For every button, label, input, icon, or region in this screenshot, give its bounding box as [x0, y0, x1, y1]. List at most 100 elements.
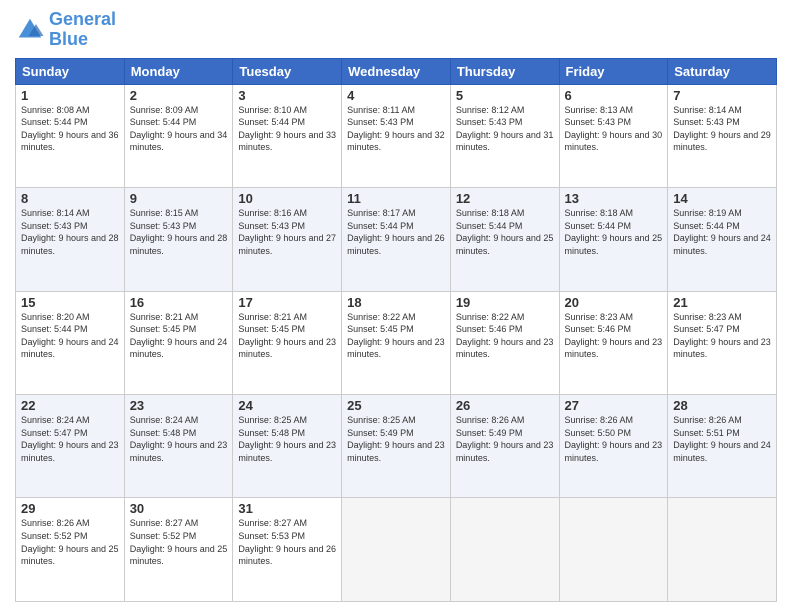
day-info: Sunrise: 8:14 AMSunset: 5:43 PMDaylight:…: [673, 104, 771, 154]
calendar-cell: 21Sunrise: 8:23 AMSunset: 5:47 PMDayligh…: [668, 291, 777, 394]
calendar-cell: [450, 498, 559, 602]
day-info: Sunrise: 8:19 AMSunset: 5:44 PMDaylight:…: [673, 207, 771, 257]
calendar-cell: 28Sunrise: 8:26 AMSunset: 5:51 PMDayligh…: [668, 395, 777, 498]
day-info: Sunrise: 8:25 AMSunset: 5:48 PMDaylight:…: [238, 414, 336, 464]
day-info: Sunrise: 8:22 AMSunset: 5:45 PMDaylight:…: [347, 311, 445, 361]
day-info: Sunrise: 8:15 AMSunset: 5:43 PMDaylight:…: [130, 207, 228, 257]
day-info: Sunrise: 8:17 AMSunset: 5:44 PMDaylight:…: [347, 207, 445, 257]
day-info: Sunrise: 8:11 AMSunset: 5:43 PMDaylight:…: [347, 104, 445, 154]
day-number: 14: [673, 191, 771, 206]
day-number: 7: [673, 88, 771, 103]
day-number: 21: [673, 295, 771, 310]
calendar-cell: 13Sunrise: 8:18 AMSunset: 5:44 PMDayligh…: [559, 188, 668, 291]
day-info: Sunrise: 8:12 AMSunset: 5:43 PMDaylight:…: [456, 104, 554, 154]
day-number: 15: [21, 295, 119, 310]
calendar-cell: 31Sunrise: 8:27 AMSunset: 5:53 PMDayligh…: [233, 498, 342, 602]
calendar-cell: 10Sunrise: 8:16 AMSunset: 5:43 PMDayligh…: [233, 188, 342, 291]
day-number: 1: [21, 88, 119, 103]
day-number: 17: [238, 295, 336, 310]
calendar-cell: 25Sunrise: 8:25 AMSunset: 5:49 PMDayligh…: [342, 395, 451, 498]
day-number: 22: [21, 398, 119, 413]
day-info: Sunrise: 8:26 AMSunset: 5:52 PMDaylight:…: [21, 517, 119, 567]
day-info: Sunrise: 8:24 AMSunset: 5:48 PMDaylight:…: [130, 414, 228, 464]
calendar-cell: 20Sunrise: 8:23 AMSunset: 5:46 PMDayligh…: [559, 291, 668, 394]
calendar-cell: 7Sunrise: 8:14 AMSunset: 5:43 PMDaylight…: [668, 84, 777, 187]
day-number: 6: [565, 88, 663, 103]
day-header-thursday: Thursday: [450, 58, 559, 84]
day-number: 30: [130, 501, 228, 516]
day-header-wednesday: Wednesday: [342, 58, 451, 84]
day-info: Sunrise: 8:16 AMSunset: 5:43 PMDaylight:…: [238, 207, 336, 257]
page: General Blue SundayMondayTuesdayWednesda…: [0, 0, 792, 612]
calendar-cell: 1Sunrise: 8:08 AMSunset: 5:44 PMDaylight…: [16, 84, 125, 187]
day-number: 10: [238, 191, 336, 206]
day-number: 2: [130, 88, 228, 103]
day-info: Sunrise: 8:10 AMSunset: 5:44 PMDaylight:…: [238, 104, 336, 154]
day-info: Sunrise: 8:21 AMSunset: 5:45 PMDaylight:…: [130, 311, 228, 361]
day-header-monday: Monday: [124, 58, 233, 84]
day-number: 27: [565, 398, 663, 413]
calendar-cell: 15Sunrise: 8:20 AMSunset: 5:44 PMDayligh…: [16, 291, 125, 394]
day-header-saturday: Saturday: [668, 58, 777, 84]
day-number: 20: [565, 295, 663, 310]
day-number: 25: [347, 398, 445, 413]
day-info: Sunrise: 8:23 AMSunset: 5:46 PMDaylight:…: [565, 311, 663, 361]
calendar-cell: 9Sunrise: 8:15 AMSunset: 5:43 PMDaylight…: [124, 188, 233, 291]
day-info: Sunrise: 8:18 AMSunset: 5:44 PMDaylight:…: [565, 207, 663, 257]
day-number: 29: [21, 501, 119, 516]
day-number: 13: [565, 191, 663, 206]
calendar-cell: 2Sunrise: 8:09 AMSunset: 5:44 PMDaylight…: [124, 84, 233, 187]
day-number: 12: [456, 191, 554, 206]
calendar-cell: 17Sunrise: 8:21 AMSunset: 5:45 PMDayligh…: [233, 291, 342, 394]
day-number: 28: [673, 398, 771, 413]
day-number: 16: [130, 295, 228, 310]
day-number: 8: [21, 191, 119, 206]
calendar-cell: 6Sunrise: 8:13 AMSunset: 5:43 PMDaylight…: [559, 84, 668, 187]
day-number: 31: [238, 501, 336, 516]
day-number: 5: [456, 88, 554, 103]
day-info: Sunrise: 8:09 AMSunset: 5:44 PMDaylight:…: [130, 104, 228, 154]
day-info: Sunrise: 8:23 AMSunset: 5:47 PMDaylight:…: [673, 311, 771, 361]
calendar-cell: [668, 498, 777, 602]
day-info: Sunrise: 8:25 AMSunset: 5:49 PMDaylight:…: [347, 414, 445, 464]
calendar-cell: 19Sunrise: 8:22 AMSunset: 5:46 PMDayligh…: [450, 291, 559, 394]
day-number: 18: [347, 295, 445, 310]
calendar-cell: 27Sunrise: 8:26 AMSunset: 5:50 PMDayligh…: [559, 395, 668, 498]
calendar-table: SundayMondayTuesdayWednesdayThursdayFrid…: [15, 58, 777, 602]
calendar-cell: [559, 498, 668, 602]
calendar-cell: 26Sunrise: 8:26 AMSunset: 5:49 PMDayligh…: [450, 395, 559, 498]
day-number: 3: [238, 88, 336, 103]
header: General Blue: [15, 10, 777, 50]
calendar-cell: 16Sunrise: 8:21 AMSunset: 5:45 PMDayligh…: [124, 291, 233, 394]
logo-icon: [15, 15, 45, 45]
day-info: Sunrise: 8:26 AMSunset: 5:49 PMDaylight:…: [456, 414, 554, 464]
calendar-cell: [342, 498, 451, 602]
day-info: Sunrise: 8:22 AMSunset: 5:46 PMDaylight:…: [456, 311, 554, 361]
calendar-cell: 23Sunrise: 8:24 AMSunset: 5:48 PMDayligh…: [124, 395, 233, 498]
day-header-tuesday: Tuesday: [233, 58, 342, 84]
calendar-cell: 18Sunrise: 8:22 AMSunset: 5:45 PMDayligh…: [342, 291, 451, 394]
day-info: Sunrise: 8:20 AMSunset: 5:44 PMDaylight:…: [21, 311, 119, 361]
calendar-cell: 30Sunrise: 8:27 AMSunset: 5:52 PMDayligh…: [124, 498, 233, 602]
logo: General Blue: [15, 10, 116, 50]
day-header-friday: Friday: [559, 58, 668, 84]
calendar-cell: 11Sunrise: 8:17 AMSunset: 5:44 PMDayligh…: [342, 188, 451, 291]
day-info: Sunrise: 8:24 AMSunset: 5:47 PMDaylight:…: [21, 414, 119, 464]
calendar-cell: 8Sunrise: 8:14 AMSunset: 5:43 PMDaylight…: [16, 188, 125, 291]
day-number: 11: [347, 191, 445, 206]
calendar-cell: 14Sunrise: 8:19 AMSunset: 5:44 PMDayligh…: [668, 188, 777, 291]
day-number: 26: [456, 398, 554, 413]
day-info: Sunrise: 8:08 AMSunset: 5:44 PMDaylight:…: [21, 104, 119, 154]
calendar-cell: 24Sunrise: 8:25 AMSunset: 5:48 PMDayligh…: [233, 395, 342, 498]
day-number: 24: [238, 398, 336, 413]
logo-text: General Blue: [49, 10, 116, 50]
day-header-sunday: Sunday: [16, 58, 125, 84]
day-info: Sunrise: 8:13 AMSunset: 5:43 PMDaylight:…: [565, 104, 663, 154]
day-number: 19: [456, 295, 554, 310]
day-info: Sunrise: 8:18 AMSunset: 5:44 PMDaylight:…: [456, 207, 554, 257]
day-number: 4: [347, 88, 445, 103]
day-info: Sunrise: 8:14 AMSunset: 5:43 PMDaylight:…: [21, 207, 119, 257]
day-number: 23: [130, 398, 228, 413]
day-info: Sunrise: 8:27 AMSunset: 5:52 PMDaylight:…: [130, 517, 228, 567]
calendar-cell: 4Sunrise: 8:11 AMSunset: 5:43 PMDaylight…: [342, 84, 451, 187]
